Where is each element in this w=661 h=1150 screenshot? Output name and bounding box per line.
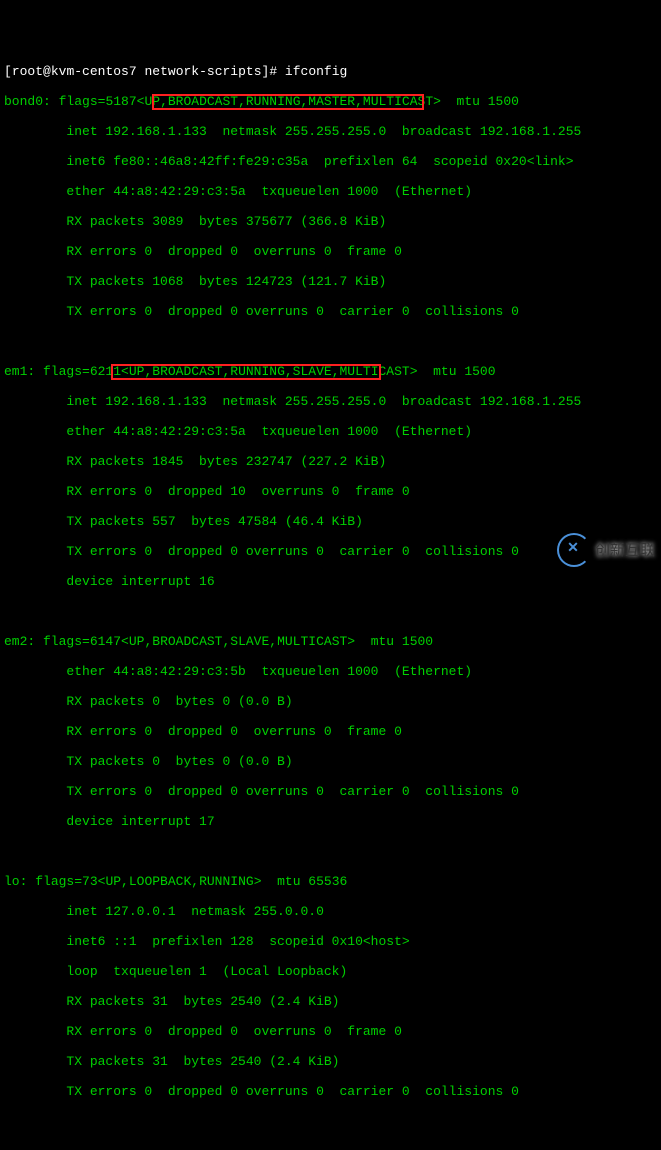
iface-detail: inet 192.168.1.133 netmask 255.255.255.0… (4, 394, 657, 409)
iface-name: em1 (4, 364, 27, 379)
iface-detail: TX packets 0 bytes 0 (0.0 B) (4, 754, 657, 769)
iface-flagnum: 6147 (90, 634, 121, 649)
iface-detail: RX packets 0 bytes 0 (0.0 B) (4, 694, 657, 709)
iface-mtu: 1500 (488, 94, 519, 109)
iface-detail: RX errors 0 dropped 0 overruns 0 frame 0 (4, 724, 657, 739)
iface-flags: UP,LOOPBACK,RUNNING (105, 874, 253, 889)
logo-x-icon: ✕ (565, 541, 581, 557)
iface-detail: RX errors 0 dropped 0 overruns 0 frame 0 (4, 244, 657, 259)
iface-mtu: 1500 (464, 364, 495, 379)
iface-flagnum: 6211 (90, 364, 121, 379)
iface-mtu: 1500 (402, 634, 433, 649)
iface-detail: TX packets 557 bytes 47584 (46.4 KiB) (4, 514, 657, 529)
watermark-logo: ✕ 创新互联 (557, 533, 655, 567)
iface-flagnum: 5187 (105, 94, 136, 109)
iface-detail: TX errors 0 dropped 0 overruns 0 carrier… (4, 1084, 657, 1099)
iface-flagnum: 73 (82, 874, 98, 889)
prompt-host: kvm-centos7 (51, 64, 137, 79)
watermark-text: 创新互联 (595, 543, 655, 558)
iface-detail: ether 44:a8:42:29:c3:5b txqueuelen 1000 … (4, 664, 657, 679)
iface-detail: inet 127.0.0.1 netmask 255.0.0.0 (4, 904, 657, 919)
iface-header-em2: em2: flags=6147<UP,BROADCAST,SLAVE,MULTI… (4, 634, 657, 649)
iface-detail: inet6 fe80::46a8:42ff:fe29:c35a prefixle… (4, 154, 657, 169)
iface-name: em2 (4, 634, 27, 649)
iface-detail: TX packets 1068 bytes 124723 (121.7 KiB) (4, 274, 657, 289)
prompt-user: root (12, 64, 43, 79)
iface-detail: ether 44:a8:42:29:c3:5a txqueuelen 1000 … (4, 424, 657, 439)
iface-detail: RX packets 1845 bytes 232747 (227.2 KiB) (4, 454, 657, 469)
blank-line (4, 604, 657, 619)
iface-detail: loop txqueuelen 1 (Local Loopback) (4, 964, 657, 979)
iface-name: bond0 (4, 94, 43, 109)
iface-detail: TX packets 31 bytes 2540 (2.4 KiB) (4, 1054, 657, 1069)
iface-detail: inet6 ::1 prefixlen 128 scopeid 0x10<hos… (4, 934, 657, 949)
iface-detail: RX errors 0 dropped 10 overruns 0 frame … (4, 484, 657, 499)
iface-name: lo (4, 874, 20, 889)
prompt-cwd: network-scripts (144, 64, 261, 79)
iface-mtu: 65536 (308, 874, 347, 889)
iface-header-em1: em1: flags=6211<UP,BROADCAST,RUNNING,SLA… (4, 364, 657, 379)
logo-circle-icon: ✕ (557, 533, 591, 567)
iface-detail: inet 192.168.1.133 netmask 255.255.255.0… (4, 124, 657, 139)
blank-line (4, 334, 657, 349)
blank-line (4, 844, 657, 859)
iface-flags: UP,BROADCAST,SLAVE,MULTICAST (129, 634, 347, 649)
iface-detail: device interrupt 17 (4, 814, 657, 829)
iface-flags: UP,BROADCAST,RUNNING,SLAVE,MULTICAST (129, 364, 410, 379)
iface-detail: RX errors 0 dropped 0 overruns 0 frame 0 (4, 1024, 657, 1039)
iface-header-bond0: bond0: flags=5187<UP,BROADCAST,RUNNING,M… (4, 94, 657, 109)
prompt-command[interactable]: ifconfig (285, 64, 347, 79)
prompt-line: [root@kvm-centos7 network-scripts]# ifco… (4, 64, 657, 79)
iface-header-lo: lo: flags=73<UP,LOOPBACK,RUNNING> mtu 65… (4, 874, 657, 889)
iface-detail: RX packets 31 bytes 2540 (2.4 KiB) (4, 994, 657, 1009)
iface-detail: RX packets 3089 bytes 375677 (366.8 KiB) (4, 214, 657, 229)
iface-detail: TX errors 0 dropped 0 overruns 0 carrier… (4, 784, 657, 799)
iface-detail: device interrupt 16 (4, 574, 657, 589)
iface-detail: ether 44:a8:42:29:c3:5a txqueuelen 1000 … (4, 184, 657, 199)
iface-detail: TX errors 0 dropped 0 overruns 0 carrier… (4, 304, 657, 319)
iface-flags: UP,BROADCAST,RUNNING,MASTER,MULTICAST (144, 94, 433, 109)
